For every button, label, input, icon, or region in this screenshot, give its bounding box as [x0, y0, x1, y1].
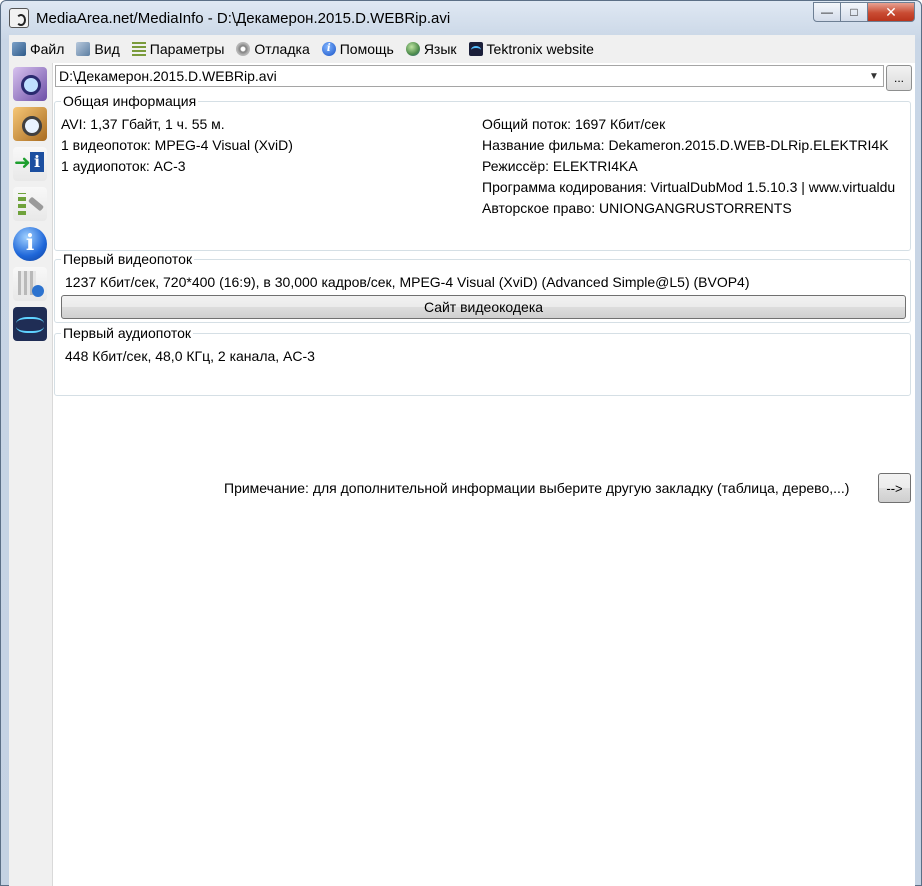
menu-debug[interactable]: Отладка	[236, 41, 310, 57]
video-stream-group: Первый видеопоток 1237 Кбит/сек, 720*400…	[54, 251, 911, 323]
client-area: Файл Вид Параметры Отладка i Помощь Язык	[9, 35, 915, 886]
general-info-group: Общая информация AVI: 1,37 Гбайт, 1 ч. 5…	[54, 93, 911, 251]
file-select[interactable]: D:\Декамерон.2015.D.WEBRip.avi ▼	[55, 65, 884, 87]
menu-language-label: Язык	[423, 41, 457, 57]
help-icon: i	[321, 42, 336, 56]
video-stream-title: Первый видеопоток	[61, 251, 195, 267]
menu-bar: Файл Вид Параметры Отладка i Помощь Язык	[9, 35, 915, 63]
audio-stream-info: 448 Кбит/сек, 48,0 КГц, 2 канала, AC-3	[65, 348, 315, 364]
browse-button[interactable]: ...	[886, 65, 912, 91]
open-folder-icon[interactable]	[13, 107, 47, 141]
menu-params[interactable]: Параметры	[131, 41, 225, 57]
general-bitrate: Общий поток: 1697 Кбит/сек	[482, 116, 666, 132]
file-icon	[12, 42, 26, 56]
general-info-title: Общая информация	[61, 93, 199, 109]
title-bar[interactable]: MediaArea.net/MediaInfo - D:\Декамерон.2…	[1, 1, 921, 35]
menu-file[interactable]: Файл	[12, 41, 64, 57]
tektronix-icon	[468, 42, 483, 56]
chevron-down-icon[interactable]: ▼	[865, 66, 883, 86]
about-icon[interactable]	[13, 227, 47, 261]
window-title: MediaArea.net/MediaInfo - D:\Декамерон.2…	[36, 10, 451, 27]
menu-view-label: Вид	[94, 41, 120, 57]
codec-website-button[interactable]: Сайт видеокодека	[61, 295, 906, 319]
general-encoder: Программа кодирования: VirtualDubMod 1.5…	[482, 179, 896, 195]
options-icon[interactable]	[13, 187, 47, 221]
maximize-button[interactable]: □	[841, 2, 868, 22]
audio-stream-title: Первый аудиопоток	[61, 325, 194, 341]
general-container: AVI: 1,37 Гбайт, 1 ч. 55 м.	[61, 116, 225, 132]
menu-debug-label: Отладка	[254, 41, 310, 57]
menu-view[interactable]: Вид	[76, 41, 120, 57]
note-text: Примечание: для дополнительной информаци…	[224, 480, 850, 496]
general-copyright: Авторское право: UNIONGANGRUSTORRENTS	[482, 200, 792, 216]
general-video-count: 1 видеопоток: MPEG-4 Visual (XviD)	[61, 137, 293, 153]
menu-tektronix-label: Tektronix website	[486, 41, 594, 57]
view-icon	[76, 42, 91, 56]
menu-params-label: Параметры	[149, 41, 225, 57]
export-icon[interactable]	[13, 147, 47, 181]
open-file-icon[interactable]	[13, 67, 47, 101]
window-controls: — □ ✕	[813, 2, 915, 22]
minimize-button[interactable]: —	[813, 2, 841, 22]
menu-tektronix[interactable]: Tektronix website	[468, 41, 594, 57]
app-window: MediaArea.net/MediaInfo - D:\Декамерон.2…	[0, 0, 922, 886]
close-button[interactable]: ✕	[868, 2, 915, 22]
general-movie-name: Название фильма: Dekameron.2015.D.WEB-DL…	[482, 137, 889, 153]
sheet-icon[interactable]	[13, 267, 47, 301]
language-icon	[405, 42, 420, 56]
general-audio-count: 1 аудиопоток: AC-3	[61, 158, 186, 174]
audio-stream-group: Первый аудиопоток 448 Кбит/сек, 48,0 КГц…	[54, 325, 911, 396]
general-director: Режиссёр: ELEKTRI4KA	[482, 158, 638, 174]
mediainfo-app-icon[interactable]	[9, 8, 29, 28]
debug-icon	[236, 42, 251, 56]
menu-file-label: Файл	[30, 41, 65, 57]
more-info-button[interactable]: -->	[878, 473, 911, 503]
menu-help[interactable]: i Помощь	[321, 41, 394, 57]
file-select-value: D:\Декамерон.2015.D.WEBRip.avi	[59, 68, 277, 84]
params-icon	[131, 42, 146, 56]
side-toolbar	[9, 63, 53, 886]
menu-help-label: Помощь	[339, 41, 394, 57]
tektronix-toolbar-icon[interactable]	[13, 307, 47, 341]
video-stream-info: 1237 Кбит/сек, 720*400 (16:9), в 30,000 …	[65, 274, 750, 290]
menu-language[interactable]: Язык	[405, 41, 457, 57]
